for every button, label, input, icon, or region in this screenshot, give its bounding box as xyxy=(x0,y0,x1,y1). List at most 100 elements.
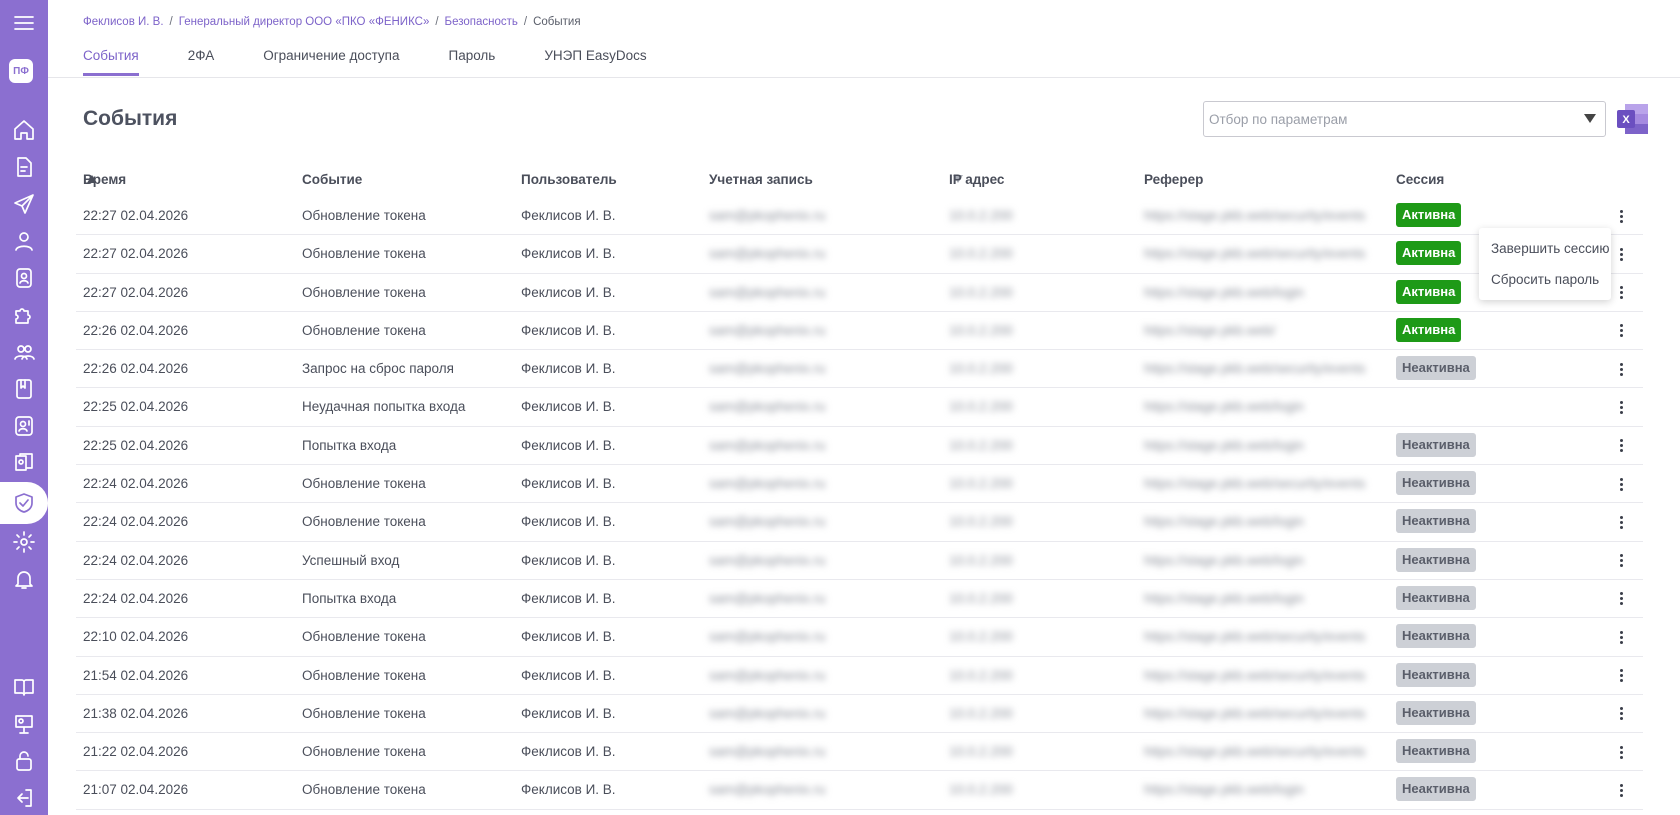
cell-referer: https://stage.pkb.web/security/events xyxy=(1144,208,1366,223)
table-row[interactable]: 22:25 02.04.2026 Неудачная попытка входа Ф… xyxy=(76,388,1643,427)
cell-ip: 10.0.2.200 xyxy=(949,208,1013,223)
cell-time: 22:27 02.04.2026 xyxy=(83,246,189,262)
more-vertical-icon[interactable] xyxy=(1613,320,1629,342)
cell-ip: 10.0.2.200 xyxy=(949,284,1013,300)
filter-placeholder: Отбор по параметрам xyxy=(1209,111,1348,127)
cell-time: 21:54 02.04.2026 xyxy=(83,667,189,683)
menu-item-reset-password[interactable]: Сбросить пароль xyxy=(1479,264,1611,295)
column-user[interactable]: Пользователь xyxy=(521,172,617,187)
table-row[interactable]: 22:24 02.04.2026 Успешный вход Феклисов И.… xyxy=(76,542,1643,580)
cell-account: sam@pkophenix.ru xyxy=(709,437,826,453)
more-vertical-icon[interactable] xyxy=(1613,588,1629,610)
help-book-icon[interactable] xyxy=(7,670,41,704)
more-vertical-icon[interactable] xyxy=(1613,703,1629,725)
menu-item-end-session[interactable]: Завершить сессию xyxy=(1479,233,1611,264)
breadcrumb-item-user[interactable]: Феклисов И. В. xyxy=(83,16,164,28)
sidebar: ПФ xyxy=(0,0,48,815)
table-row[interactable]: 22:26 02.04.2026 Запрос на сброс пароля Фе… xyxy=(76,350,1643,389)
cell-referer: https://stage.pkb.web/ xyxy=(1144,322,1276,338)
documents-icon[interactable] xyxy=(7,446,41,480)
cell-event: Обновление токена xyxy=(302,208,426,223)
cell-ip: 10.0.2.200 xyxy=(949,590,1013,606)
more-vertical-icon[interactable] xyxy=(1613,626,1629,648)
sidebar-item-security[interactable] xyxy=(0,482,48,524)
cell-referer: https://stage.pkb.web/login xyxy=(1144,514,1304,530)
badge-icon[interactable] xyxy=(7,261,41,295)
tab-events[interactable]: События xyxy=(83,48,139,76)
cell-event: Попытка входа xyxy=(302,437,397,453)
cell-user: Феклисов И. В. xyxy=(521,552,616,568)
more-vertical-icon[interactable] xyxy=(1613,282,1629,304)
excel-export-icon[interactable]: X xyxy=(1615,102,1650,136)
cell-account: sam@pkophenix.ru xyxy=(709,744,826,760)
cell-user: Феклисов И. В. xyxy=(521,399,616,415)
session-status-badge: Неактивна xyxy=(1396,624,1476,649)
document-icon[interactable] xyxy=(7,150,41,184)
home-icon[interactable] xyxy=(7,113,41,147)
table-row[interactable]: 22:10 02.04.2026 Обновление токена Феклисо… xyxy=(76,618,1643,657)
table-row[interactable]: 21:38 02.04.2026 Обновление токена Феклисо… xyxy=(76,695,1643,734)
cell-account: sam@pkophenix.ru xyxy=(709,322,826,338)
column-account[interactable]: Учетная запись xyxy=(709,172,813,187)
tab-2fa[interactable]: 2ФА xyxy=(188,48,214,76)
send-icon[interactable] xyxy=(7,187,41,221)
book-icon[interactable] xyxy=(7,372,41,406)
more-vertical-icon[interactable] xyxy=(1613,205,1629,227)
column-referer[interactable]: Реферер xyxy=(1144,172,1203,187)
cell-ip: 10.0.2.200 xyxy=(949,782,1013,798)
table-row[interactable]: 22:27 02.04.2026 Обновление токена Феклисо… xyxy=(76,274,1643,312)
puzzle-icon[interactable] xyxy=(7,298,41,332)
menu-icon[interactable] xyxy=(7,6,41,40)
column-time[interactable]: Время xyxy=(83,172,126,187)
cell-ip: 10.0.2.200 xyxy=(949,476,1013,492)
user-icon[interactable] xyxy=(7,224,41,258)
tab-easydocs[interactable]: УНЭП EasyDocs xyxy=(544,48,646,76)
more-vertical-icon[interactable] xyxy=(1613,665,1629,687)
cell-user: Феклисов И. В. xyxy=(521,476,616,492)
lock-icon[interactable] xyxy=(7,744,41,778)
contact-icon[interactable] xyxy=(7,409,41,443)
more-vertical-icon[interactable] xyxy=(1613,396,1629,418)
users-icon[interactable] xyxy=(7,335,41,369)
app-logo[interactable]: ПФ xyxy=(9,59,33,83)
tab-password[interactable]: Пароль xyxy=(449,48,496,76)
breadcrumb-item-security[interactable]: Безопасность xyxy=(445,16,518,28)
column-ip[interactable]: IP адрес xyxy=(949,172,1004,187)
presentation-icon[interactable] xyxy=(7,707,41,741)
page-title: События xyxy=(83,107,178,130)
table-row[interactable]: 21:07 02.04.2026 Обновление токена Феклисо… xyxy=(76,771,1643,810)
cell-referer: https://stage.pkb.web/security/events xyxy=(1144,629,1366,645)
cell-account: sam@pkophenix.ru xyxy=(709,476,826,492)
more-vertical-icon[interactable] xyxy=(1613,511,1629,533)
table-row[interactable]: 22:24 02.04.2026 Попытка входа Феклисов И.… xyxy=(76,580,1643,619)
logout-icon[interactable] xyxy=(7,781,41,815)
more-vertical-icon[interactable] xyxy=(1613,550,1629,572)
cell-time: 22:25 02.04.2026 xyxy=(83,437,189,453)
table-row[interactable]: 21:54 02.04.2026 Обновление токена Феклисо… xyxy=(76,657,1643,695)
cell-user: Феклисов И. В. xyxy=(521,284,616,300)
table-row[interactable]: 22:24 02.04.2026 Обновление токена Феклисо… xyxy=(76,503,1643,542)
filter-select[interactable]: Отбор по параметрам xyxy=(1203,101,1606,137)
table-row[interactable]: 22:24 02.04.2026 Обновление токена Феклисо… xyxy=(76,465,1643,504)
column-event[interactable]: Событие xyxy=(302,172,362,187)
breadcrumb-item-position[interactable]: Генеральный директор ООО «ПКО «ФЕНИКС» xyxy=(179,16,430,28)
breadcrumb-separator: / xyxy=(435,16,439,28)
more-vertical-icon[interactable] xyxy=(1613,243,1629,265)
column-session[interactable]: Сессия xyxy=(1396,172,1444,187)
table-row[interactable]: 21:22 02.04.2026 Обновление токена Феклисо… xyxy=(76,733,1643,772)
more-vertical-icon[interactable] xyxy=(1613,358,1629,380)
cell-ip: 10.0.2.200 xyxy=(949,399,1013,415)
table-row[interactable]: 22:27 02.04.2026 Обновление токена Феклисо… xyxy=(76,197,1643,236)
breadcrumb-item-current: События xyxy=(533,16,581,28)
more-vertical-icon[interactable] xyxy=(1613,473,1629,495)
more-vertical-icon[interactable] xyxy=(1613,779,1629,801)
bell-icon[interactable] xyxy=(7,562,41,596)
tab-access-restriction[interactable]: Ограничение доступа xyxy=(263,48,399,76)
table-row[interactable]: 22:25 02.04.2026 Попытка входа Феклисов И.… xyxy=(76,427,1643,466)
table-row[interactable]: 22:27 02.04.2026 Обновление токена Феклисо… xyxy=(76,235,1643,274)
cell-event: Неудачная попытка входа xyxy=(302,399,466,415)
more-vertical-icon[interactable] xyxy=(1613,435,1629,457)
gear-icon[interactable] xyxy=(7,525,41,559)
table-row[interactable]: 22:26 02.04.2026 Обновление токена Феклисо… xyxy=(76,312,1643,351)
more-vertical-icon[interactable] xyxy=(1613,741,1629,763)
